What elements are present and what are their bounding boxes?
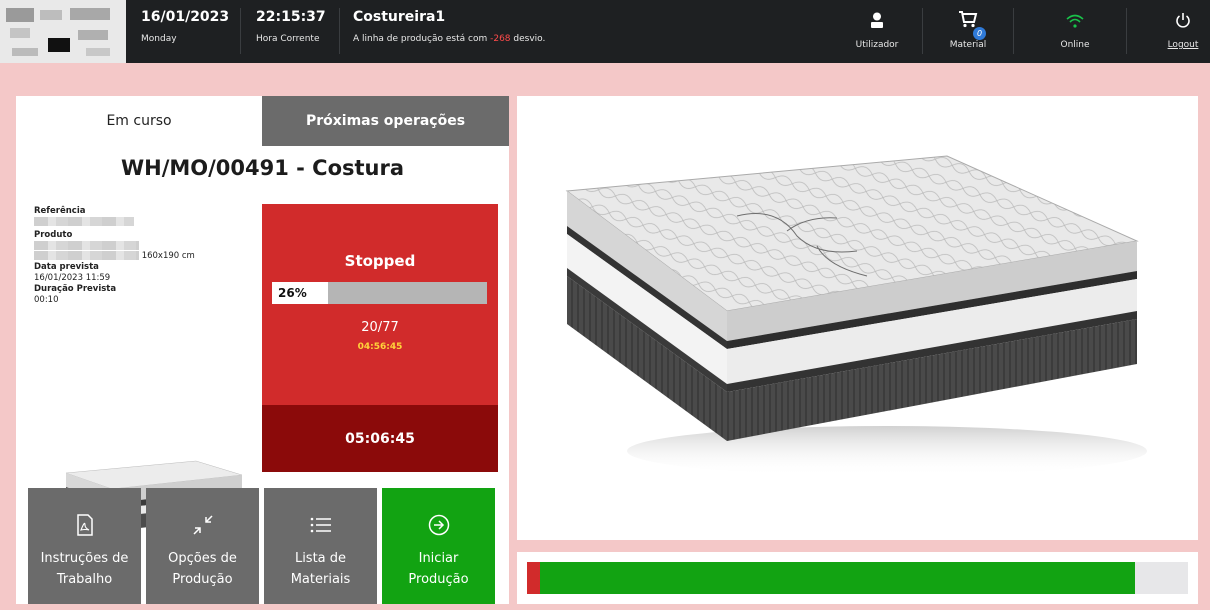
deviation-message: A linha de produção está com -268 desvio… (353, 34, 546, 44)
opcoes-producao-button[interactable]: Opções de Produção (146, 488, 259, 604)
current-date: 16/01/2023 (141, 9, 230, 25)
quantity-count: 20/77 (361, 320, 399, 335)
material-button[interactable]: 0 Material (923, 0, 1013, 63)
company-logo (0, 0, 126, 63)
material-count-badge: 0 (973, 27, 986, 40)
tab-em-curso[interactable]: Em curso (16, 96, 262, 146)
time-block: 22:15:37 Hora Corrente (256, 8, 326, 44)
list-icon (310, 517, 331, 533)
wifi-icon (1066, 14, 1084, 28)
current-time: 22:15:37 (256, 9, 326, 25)
manufacturing-order-title: WH/MO/00491 - Costura (120, 156, 405, 180)
material-label: Material (949, 40, 987, 50)
collapse-arrows-icon (192, 515, 213, 535)
production-status-card: Stopped 26% 20/77 04:56:45 05:06:45 (262, 204, 498, 472)
overall-progress-fill (540, 562, 1135, 594)
overall-production-progress (517, 552, 1198, 604)
user-block: Costureira1 A linha de produção está com… (353, 8, 545, 44)
duracao-prevista-value: 00:10 (34, 295, 59, 305)
pdf-file-icon (76, 514, 93, 536)
operation-progress-label: 26% (278, 286, 307, 300)
logout-button[interactable]: Logout (1138, 0, 1210, 63)
deviation-value: -268 (490, 34, 511, 44)
lista-materiais-button[interactable]: Lista de Materiais (264, 488, 377, 604)
tab-proximas-operacoes[interactable]: Próximas operações (262, 96, 509, 146)
instrucoes-trabalho-button[interactable]: Instruções de Trabalho (28, 488, 141, 604)
referencia-label: Referência (34, 206, 86, 216)
total-time: 05:06:45 (262, 405, 498, 472)
duracao-prevista-label: Duração Prevista (34, 284, 117, 294)
overall-progress-deviation (527, 562, 540, 594)
elapsed-time: 04:56:45 (357, 342, 403, 352)
produto-size: 160x190 cm (141, 251, 195, 261)
online-label: Online (1060, 40, 1090, 50)
power-icon (1176, 13, 1190, 28)
top-bar: 16/01/2023 Monday 22:15:37 Hora Corrente… (0, 0, 1210, 63)
data-prevista-value: 16/01/2023 11:59 (34, 273, 111, 283)
workstation-user: Costureira1 (353, 9, 446, 25)
iniciar-producao-button[interactable]: Iniciar Produção (382, 488, 495, 604)
user-icon (871, 12, 883, 28)
online-status: Online (1030, 0, 1120, 63)
order-details: Referência Produto 160x190 cm Data previ… (34, 206, 254, 306)
weekday: Monday (141, 34, 177, 44)
cart-icon (959, 11, 978, 28)
time-label: Hora Corrente (256, 34, 320, 44)
utilizador-button[interactable]: Utilizador (832, 0, 922, 63)
operation-panel: Em curso Próximas operações WH/MO/00491 … (16, 96, 509, 604)
utilizador-label: Utilizador (855, 40, 899, 50)
date-block: 16/01/2023 Monday (141, 8, 229, 44)
logout-label: Logout (1167, 40, 1199, 50)
overall-progress-track (527, 562, 1188, 594)
product-image-mattress (565, 155, 1147, 476)
arrow-circle-right-icon (428, 514, 449, 536)
produto-label: Produto (34, 230, 73, 240)
product-image-panel (517, 96, 1198, 540)
operation-progress-bar: 26% (272, 282, 487, 304)
data-prevista-label: Data prevista (34, 262, 99, 272)
status-state: Stopped (344, 252, 416, 270)
